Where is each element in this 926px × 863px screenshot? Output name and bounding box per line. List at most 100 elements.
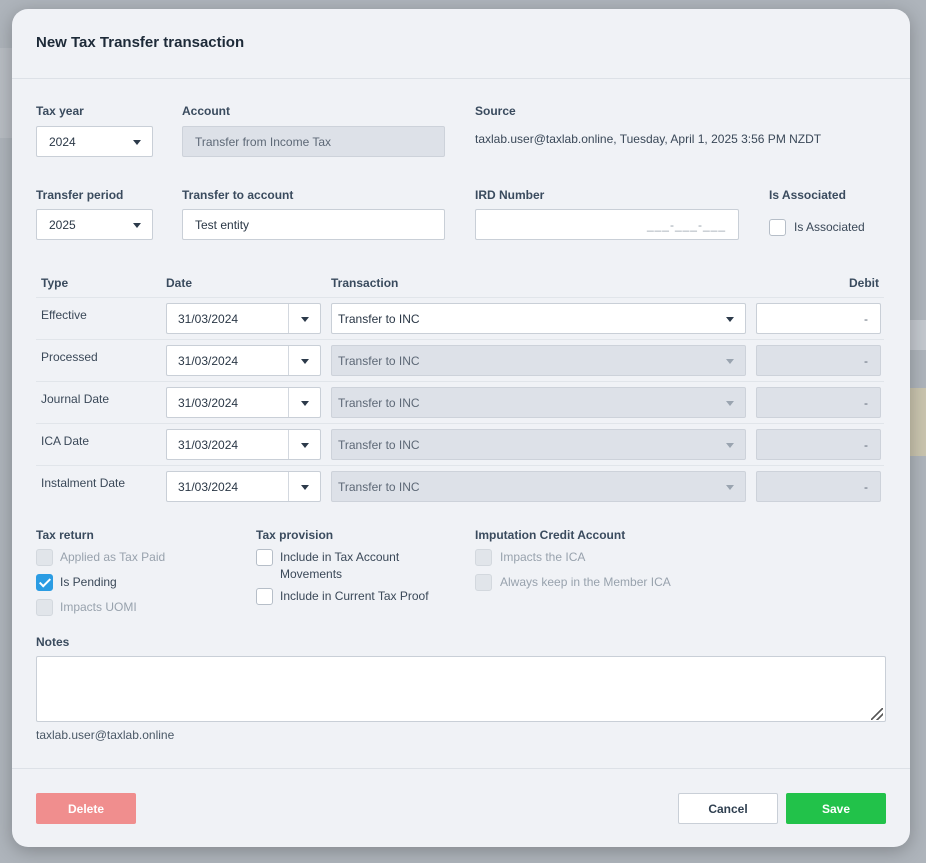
chevron-down-icon[interactable] xyxy=(301,443,309,448)
debit-input-ica-date: - xyxy=(756,429,881,460)
transaction-value: Transfer to INC xyxy=(338,353,420,368)
account-field: Transfer from Income Tax xyxy=(182,126,445,157)
ird-number-label: IRD Number xyxy=(475,188,545,202)
date-picker-effective[interactable]: 31/03/2024 xyxy=(166,303,321,334)
tax-provision-label: Tax provision xyxy=(256,528,334,542)
debit-input-instalment-date: - xyxy=(756,471,881,502)
save-button[interactable]: Save xyxy=(786,793,886,824)
row-type-processed: Processed xyxy=(41,350,98,364)
delete-button[interactable]: Delete xyxy=(36,793,136,824)
date-value: 31/03/2024 xyxy=(178,480,239,494)
transaction-value: Transfer to INC xyxy=(338,395,420,410)
impacts-uomi-checkbox xyxy=(36,599,53,616)
backdrop-fragment xyxy=(0,48,12,138)
row-divider xyxy=(36,465,884,466)
resize-grip-icon[interactable] xyxy=(871,708,883,720)
debit-value: - xyxy=(864,354,868,368)
is-pending-label: Is Pending xyxy=(60,575,117,589)
chevron-down-icon xyxy=(726,485,734,490)
transaction-select-instalment-date: Transfer to INC xyxy=(331,471,746,502)
tax-year-value: 2024 xyxy=(49,134,76,149)
include-tax-account-movements-label-line2: Movements xyxy=(280,567,343,581)
debit-value: - xyxy=(864,438,868,452)
chevron-down-icon[interactable] xyxy=(301,317,309,322)
tax-return-label: Tax return xyxy=(36,528,94,542)
applied-as-tax-paid-label: Applied as Tax Paid xyxy=(60,550,166,564)
chevron-down-icon xyxy=(133,223,141,228)
debit-value: - xyxy=(864,480,868,494)
date-picker-processed[interactable]: 31/03/2024 xyxy=(166,345,321,376)
source-label: Source xyxy=(475,104,516,118)
chevron-down-icon[interactable] xyxy=(301,401,309,406)
date-picker-journal-date[interactable]: 31/03/2024 xyxy=(166,387,321,418)
date-divider xyxy=(288,388,289,417)
date-picker-instalment-date[interactable]: 31/03/2024 xyxy=(166,471,321,502)
chevron-down-icon xyxy=(726,359,734,364)
is-associated-checkbox-label: Is Associated xyxy=(794,220,865,234)
row-type-effective: Effective xyxy=(41,308,87,322)
transfer-period-value: 2025 xyxy=(49,217,76,232)
debit-input-journal-date: - xyxy=(756,387,881,418)
source-value: taxlab.user@taxlab.online, Tuesday, Apri… xyxy=(475,132,822,146)
date-picker-ica-date[interactable]: 31/03/2024 xyxy=(166,429,321,460)
account-label: Account xyxy=(182,104,230,118)
is-pending-checkbox[interactable] xyxy=(36,574,53,591)
chevron-down-icon xyxy=(726,317,734,322)
transaction-select-processed: Transfer to INC xyxy=(331,345,746,376)
col-date-header: Date xyxy=(166,276,193,290)
modal-title: New Tax Transfer transaction xyxy=(36,34,245,51)
footer-divider xyxy=(12,768,910,769)
chevron-down-icon xyxy=(726,443,734,448)
row-type-instalment-date: Instalment Date xyxy=(41,476,126,490)
debit-input-processed: - xyxy=(756,345,881,376)
chevron-down-icon xyxy=(726,401,734,406)
transfer-to-account-label: Transfer to account xyxy=(182,188,294,202)
date-value: 31/03/2024 xyxy=(178,438,239,452)
date-value: 31/03/2024 xyxy=(178,312,239,326)
backdrop-fragment xyxy=(910,320,926,350)
impacts-ica-checkbox xyxy=(475,549,492,566)
chevron-down-icon[interactable] xyxy=(301,359,309,364)
transfer-period-select[interactable]: 2025 xyxy=(36,209,153,240)
include-tax-account-movements-checkbox[interactable] xyxy=(256,549,273,566)
date-value: 31/03/2024 xyxy=(178,396,239,410)
transaction-value: Transfer to INC xyxy=(338,311,420,326)
ica-label: Imputation Credit Account xyxy=(475,528,626,542)
cancel-button[interactable]: Cancel xyxy=(678,793,778,824)
ird-number-input[interactable]: ___-___-___ xyxy=(475,209,739,240)
chevron-down-icon xyxy=(133,140,141,145)
date-value: 31/03/2024 xyxy=(178,354,239,368)
impacts-uomi-label: Impacts UOMI xyxy=(60,600,137,614)
tax-year-select[interactable]: 2024 xyxy=(36,126,153,157)
include-current-tax-proof-checkbox[interactable] xyxy=(256,588,273,605)
date-divider xyxy=(288,346,289,375)
chevron-down-icon[interactable] xyxy=(301,485,309,490)
modal-header: New Tax Transfer transaction xyxy=(12,9,910,79)
author-text: taxlab.user@taxlab.online xyxy=(36,728,175,742)
transaction-value: Transfer to INC xyxy=(338,479,420,494)
tax-year-label: Tax year xyxy=(36,104,84,118)
transaction-modal: New Tax Transfer transaction Tax year 20… xyxy=(12,9,910,847)
row-divider xyxy=(36,297,884,298)
notes-textarea[interactable] xyxy=(36,656,886,722)
row-type-ica-date: ICA Date xyxy=(41,434,90,448)
notes-label: Notes xyxy=(36,635,70,649)
date-divider xyxy=(288,472,289,501)
transaction-select-ica-date: Transfer to INC xyxy=(331,429,746,460)
debit-input-effective[interactable]: - xyxy=(756,303,881,334)
transfer-to-account-value: Test entity xyxy=(195,217,250,232)
include-current-tax-proof-label: Include in Current Tax Proof xyxy=(280,589,429,603)
transfer-period-label: Transfer period xyxy=(36,188,124,202)
ird-number-placeholder: ___-___-___ xyxy=(646,217,726,232)
col-type-header: Type xyxy=(41,276,69,290)
transfer-to-account-input[interactable]: Test entity xyxy=(182,209,445,240)
include-tax-account-movements-label: Include in Tax Account xyxy=(280,550,400,564)
transaction-select-journal-date: Transfer to INC xyxy=(331,387,746,418)
applied-as-tax-paid-checkbox xyxy=(36,549,53,566)
row-type-journal-date: Journal Date xyxy=(41,392,110,406)
always-keep-ica-checkbox xyxy=(475,574,492,591)
transaction-select-effective[interactable]: Transfer to INC xyxy=(331,303,746,334)
is-associated-checkbox[interactable] xyxy=(769,219,786,236)
account-value: Transfer from Income Tax xyxy=(195,134,332,149)
row-divider xyxy=(36,339,884,340)
